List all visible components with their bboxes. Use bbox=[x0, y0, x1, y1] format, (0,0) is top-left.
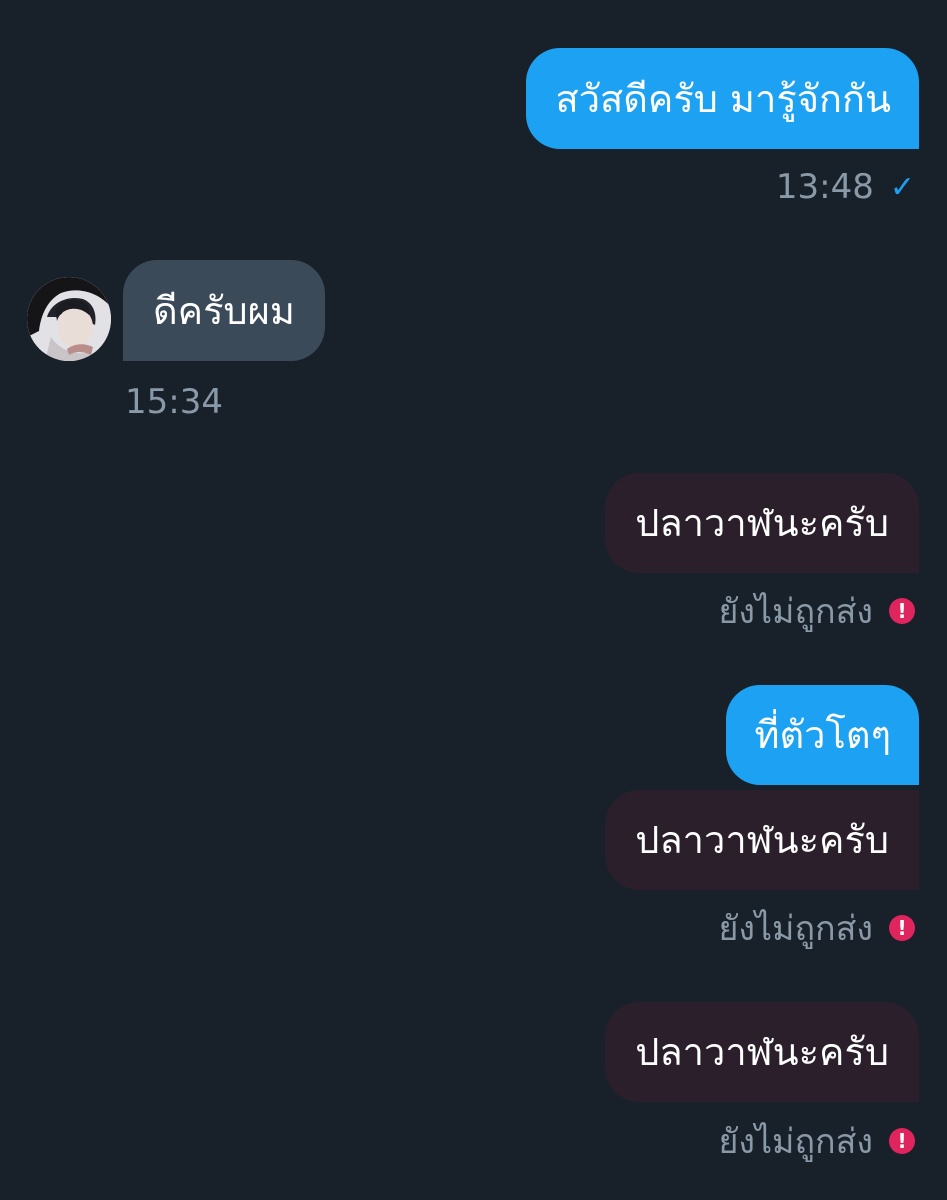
message-timestamp: 13:48 bbox=[775, 167, 874, 207]
message-text: ปลาวาฬนะครับ bbox=[635, 818, 889, 862]
message-meta: ยังไม่ถูกส่ง ! bbox=[718, 589, 915, 633]
message-text: ที่ตัวโตๆ bbox=[754, 713, 891, 757]
sent-message-bubble[interactable]: สวัสดีครับ มารู้จักกัน bbox=[525, 48, 919, 149]
sent-message-bubble[interactable]: ที่ตัวโตๆ bbox=[726, 685, 919, 785]
failed-message-bubble[interactable]: ปลาวาฬนะครับ bbox=[605, 473, 919, 573]
message-meta: 15:34 bbox=[125, 380, 223, 424]
message-timestamp: 15:34 bbox=[125, 382, 223, 422]
received-message-bubble[interactable]: ดีครับผม bbox=[123, 260, 325, 361]
chat-thread: สวัสดีครับ มารู้จักกัน 13:48 ✓ ดีครับผม … bbox=[0, 0, 947, 1200]
send-status: ยังไม่ถูกส่ง bbox=[718, 592, 873, 632]
check-icon: ✓ bbox=[889, 169, 915, 205]
failed-message-bubble[interactable]: ปลาวาฬนะครับ bbox=[605, 1002, 919, 1102]
error-icon[interactable]: ! bbox=[889, 598, 915, 624]
message-meta: 13:48 ✓ bbox=[776, 165, 915, 209]
message-meta: ยังไม่ถูกส่ง ! bbox=[718, 906, 915, 950]
send-status: ยังไม่ถูกส่ง bbox=[718, 909, 873, 949]
failed-message-bubble[interactable]: ปลาวาฬนะครับ bbox=[605, 790, 919, 890]
message-text: ดีครับผม bbox=[153, 288, 295, 333]
avatar-image bbox=[27, 277, 111, 361]
error-icon[interactable]: ! bbox=[889, 1128, 915, 1154]
message-text: ปลาวาฬนะครับ bbox=[635, 501, 889, 545]
message-meta: ยังไม่ถูกส่ง ! bbox=[718, 1119, 915, 1163]
error-icon[interactable]: ! bbox=[889, 915, 915, 941]
send-status: ยังไม่ถูกส่ง bbox=[718, 1122, 873, 1162]
message-text: ปลาวาฬนะครับ bbox=[635, 1030, 889, 1074]
avatar[interactable] bbox=[27, 277, 111, 361]
message-text: สวัสดีครับ มารู้จักกัน bbox=[555, 76, 892, 121]
